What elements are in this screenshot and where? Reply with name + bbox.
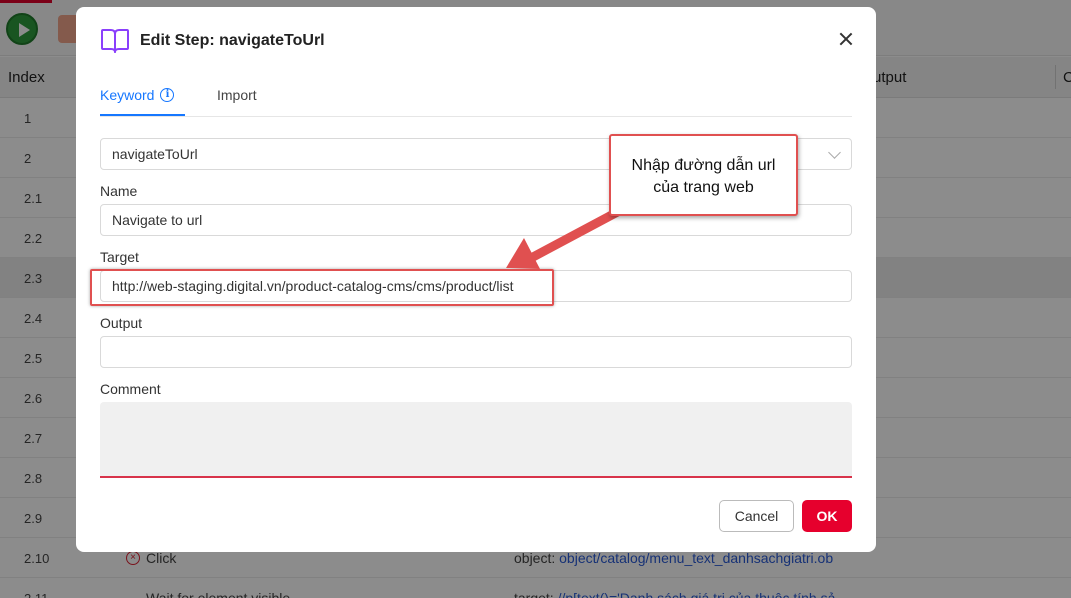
cancel-button[interactable]: Cancel xyxy=(719,500,794,532)
tab-import[interactable]: Import xyxy=(217,87,257,103)
output-field[interactable] xyxy=(100,336,852,368)
dialog-tabs: Keyword i Import xyxy=(100,79,852,117)
output-label: Output xyxy=(100,315,143,331)
dialog-title: Edit Step: navigateToUrl xyxy=(140,32,325,49)
target-highlight-box xyxy=(90,269,554,306)
book-icon xyxy=(101,29,129,53)
annotation-callout: Nhập đường dẫn url của trang web xyxy=(609,134,798,216)
chevron-down-icon xyxy=(828,146,841,159)
name-label: Name xyxy=(100,183,138,199)
tab-keyword[interactable]: Keyword i xyxy=(100,87,175,103)
keyword-select-value: navigateToUrl xyxy=(112,146,198,162)
callout-line-1: Nhập đường dẫn url xyxy=(631,157,776,174)
dialog-header: Edit Step: navigateToUrl xyxy=(100,27,325,55)
comment-label: Comment xyxy=(100,381,161,397)
target-label: Target xyxy=(100,249,139,265)
active-tab-indicator xyxy=(100,114,185,116)
info-icon[interactable]: i xyxy=(160,88,175,102)
close-icon[interactable] xyxy=(834,27,858,51)
tab-import-label: Import xyxy=(217,87,257,103)
callout-line-2: của trang web xyxy=(653,179,754,196)
tab-keyword-label: Keyword xyxy=(100,87,155,103)
ok-button[interactable]: OK xyxy=(802,500,852,532)
comment-field[interactable] xyxy=(100,402,852,478)
